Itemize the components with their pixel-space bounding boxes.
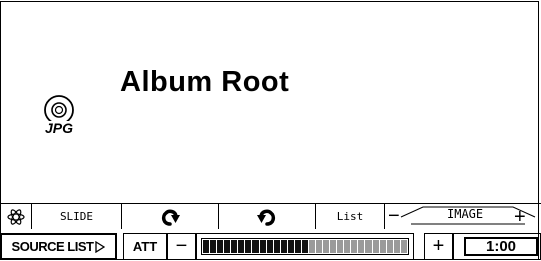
list-button[interactable]: List <box>316 204 385 229</box>
image-label: IMAGE <box>447 207 484 221</box>
page-title: Album Root <box>120 66 290 98</box>
level-segment <box>231 240 238 253</box>
jpg-icon-text: JPG <box>45 120 73 136</box>
level-segment <box>238 240 245 253</box>
level-segment <box>351 240 358 253</box>
level-segment <box>308 240 315 253</box>
level-segment <box>210 240 217 253</box>
level-segment <box>273 240 280 253</box>
level-segment <box>358 240 365 253</box>
source-list-label: SOURCE LIST <box>11 239 94 254</box>
level-segment <box>252 240 259 253</box>
control-bar: SOURCE LIST ATT − + 1:00 <box>0 233 541 260</box>
level-segment <box>224 240 231 253</box>
volume-down-button[interactable]: − <box>167 233 196 260</box>
level-segment <box>294 240 301 253</box>
rotate-left-button[interactable] <box>122 204 219 229</box>
triangle-right-icon <box>95 240 106 253</box>
clock-display: 1:00 <box>453 233 541 260</box>
function-toolbar: SLIDE List − IMAGE + <box>0 203 541 229</box>
settings-button[interactable] <box>0 204 32 229</box>
level-segment <box>316 240 323 253</box>
jpg-disc-icon: JPG <box>39 95 79 136</box>
level-segment <box>245 240 252 253</box>
display-screen: JPG Album Root SLIDE List − IMAGE + SOUR… <box>0 0 541 261</box>
volume-up-button[interactable]: + <box>424 233 453 260</box>
level-segment <box>344 240 351 253</box>
rotate-left-icon <box>161 209 180 226</box>
att-button[interactable]: ATT <box>123 233 167 260</box>
level-segment <box>393 240 400 253</box>
level-segment <box>365 240 372 253</box>
level-segment <box>203 240 210 253</box>
level-segment <box>386 240 393 253</box>
level-segment <box>400 240 407 253</box>
level-segment <box>301 240 308 253</box>
volume-level-meter <box>196 233 414 260</box>
level-segment <box>323 240 330 253</box>
source-list-button[interactable]: SOURCE LIST <box>0 233 117 260</box>
level-segment <box>330 240 337 253</box>
level-segment <box>280 240 287 253</box>
clock-value: 1:00 <box>464 237 538 256</box>
slide-button[interactable]: SLIDE <box>32 204 122 229</box>
level-segment <box>287 240 294 253</box>
image-plus-button[interactable]: + <box>514 206 526 228</box>
level-segment <box>266 240 273 253</box>
rotate-right-button[interactable] <box>219 204 316 229</box>
level-segment <box>372 240 379 253</box>
level-segment <box>217 240 224 253</box>
image-control: − IMAGE + <box>385 204 541 229</box>
level-segments <box>201 238 409 255</box>
level-segment <box>379 240 386 253</box>
level-segment <box>259 240 266 253</box>
image-minus-button[interactable]: − <box>388 205 400 227</box>
rotate-right-icon <box>257 209 276 226</box>
level-segment <box>337 240 344 253</box>
flower-icon <box>6 208 25 225</box>
